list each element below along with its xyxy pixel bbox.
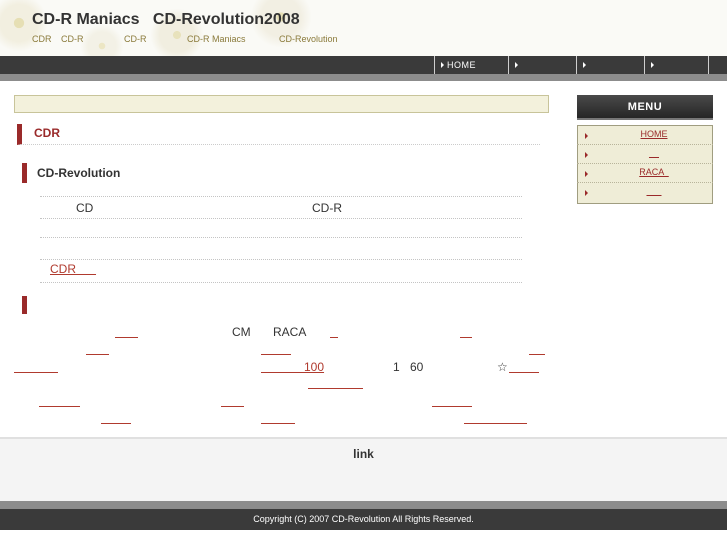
text-link[interactable]	[330, 337, 338, 338]
arrow-right-icon	[585, 152, 588, 158]
row-value: CD-R	[312, 201, 342, 215]
star-icon: ☆	[497, 360, 508, 374]
nav-item[interactable]	[708, 56, 727, 74]
text-1: 1	[393, 360, 400, 374]
nav-item-home[interactable]: HOME	[434, 56, 508, 74]
sidebar-item-label	[599, 148, 709, 158]
header-sub-link[interactable]: CD-R	[124, 34, 147, 44]
text-link[interactable]	[308, 388, 363, 389]
header-sub-link[interactable]: CD-R Maniacs	[187, 34, 246, 44]
text-link[interactable]	[39, 406, 80, 407]
arrow-right-icon	[585, 190, 588, 196]
divider	[40, 218, 522, 219]
text-link[interactable]	[432, 406, 472, 407]
menu-title: MENU	[577, 95, 713, 120]
breadcrumb	[14, 95, 549, 113]
arrow-right-icon	[583, 61, 586, 68]
text-link[interactable]	[101, 423, 131, 424]
nav-divider	[0, 74, 727, 81]
sidebar-item-label: RACA	[639, 167, 669, 177]
section-marker	[22, 296, 27, 314]
footer-divider	[0, 501, 727, 509]
nav-item[interactable]	[644, 56, 708, 74]
site-header: CD-R Maniacs CD-Revolution2008 CDR CD-R …	[0, 0, 727, 56]
divider	[40, 237, 522, 238]
divider	[40, 259, 522, 260]
text-60: 60	[410, 360, 424, 374]
text-link[interactable]	[509, 372, 539, 373]
cdr-link[interactable]: CDR	[50, 262, 96, 276]
arrow-right-icon	[515, 61, 518, 68]
text-link[interactable]	[86, 354, 109, 355]
sidebar-item-label: HOME	[640, 129, 668, 139]
text-link[interactable]	[464, 423, 527, 424]
row-label: CD	[76, 201, 94, 215]
nav-item[interactable]	[576, 56, 644, 74]
header-sub-link[interactable]: CDR	[32, 34, 52, 44]
header-sub-link[interactable]: CD-Revolution	[279, 34, 338, 44]
section-title: CDR	[17, 124, 540, 145]
nav-item[interactable]	[508, 56, 576, 74]
text-link[interactable]	[261, 354, 291, 355]
divider	[40, 196, 522, 197]
arrow-right-icon	[441, 61, 444, 68]
link-title: link	[353, 447, 374, 461]
sidebar-item[interactable]	[577, 145, 713, 164]
arrow-right-icon	[585, 171, 588, 177]
site-title[interactable]: CD-R Maniacs CD-Revolution2008	[32, 11, 300, 29]
text-link[interactable]	[221, 406, 244, 407]
text-link[interactable]	[14, 372, 58, 373]
link-100[interactable]: 100	[304, 360, 324, 374]
sidebar-item-label	[599, 186, 709, 196]
arrow-right-icon	[585, 133, 588, 139]
text-link[interactable]	[529, 354, 545, 355]
arrow-right-icon	[651, 61, 654, 68]
sidebar-item-home[interactable]: HOME	[577, 126, 713, 145]
header-sub-link[interactable]: CD-R	[61, 34, 84, 44]
text-link[interactable]	[261, 372, 304, 373]
text-raca: RACA	[273, 325, 307, 339]
divider	[40, 282, 522, 283]
text-cm: CM	[232, 325, 251, 339]
copyright: Copyright (C) 2007 CD-Revolution All Rig…	[0, 509, 727, 530]
sidebar-item[interactable]	[577, 183, 713, 202]
nav-item-label: HOME	[447, 60, 476, 70]
subsection-title: CD-Revolution	[22, 163, 322, 183]
text-link[interactable]	[460, 337, 472, 338]
sidebar-item-raca[interactable]: RACA	[577, 164, 713, 183]
text-link[interactable]	[261, 423, 295, 424]
text-link[interactable]	[115, 337, 138, 338]
